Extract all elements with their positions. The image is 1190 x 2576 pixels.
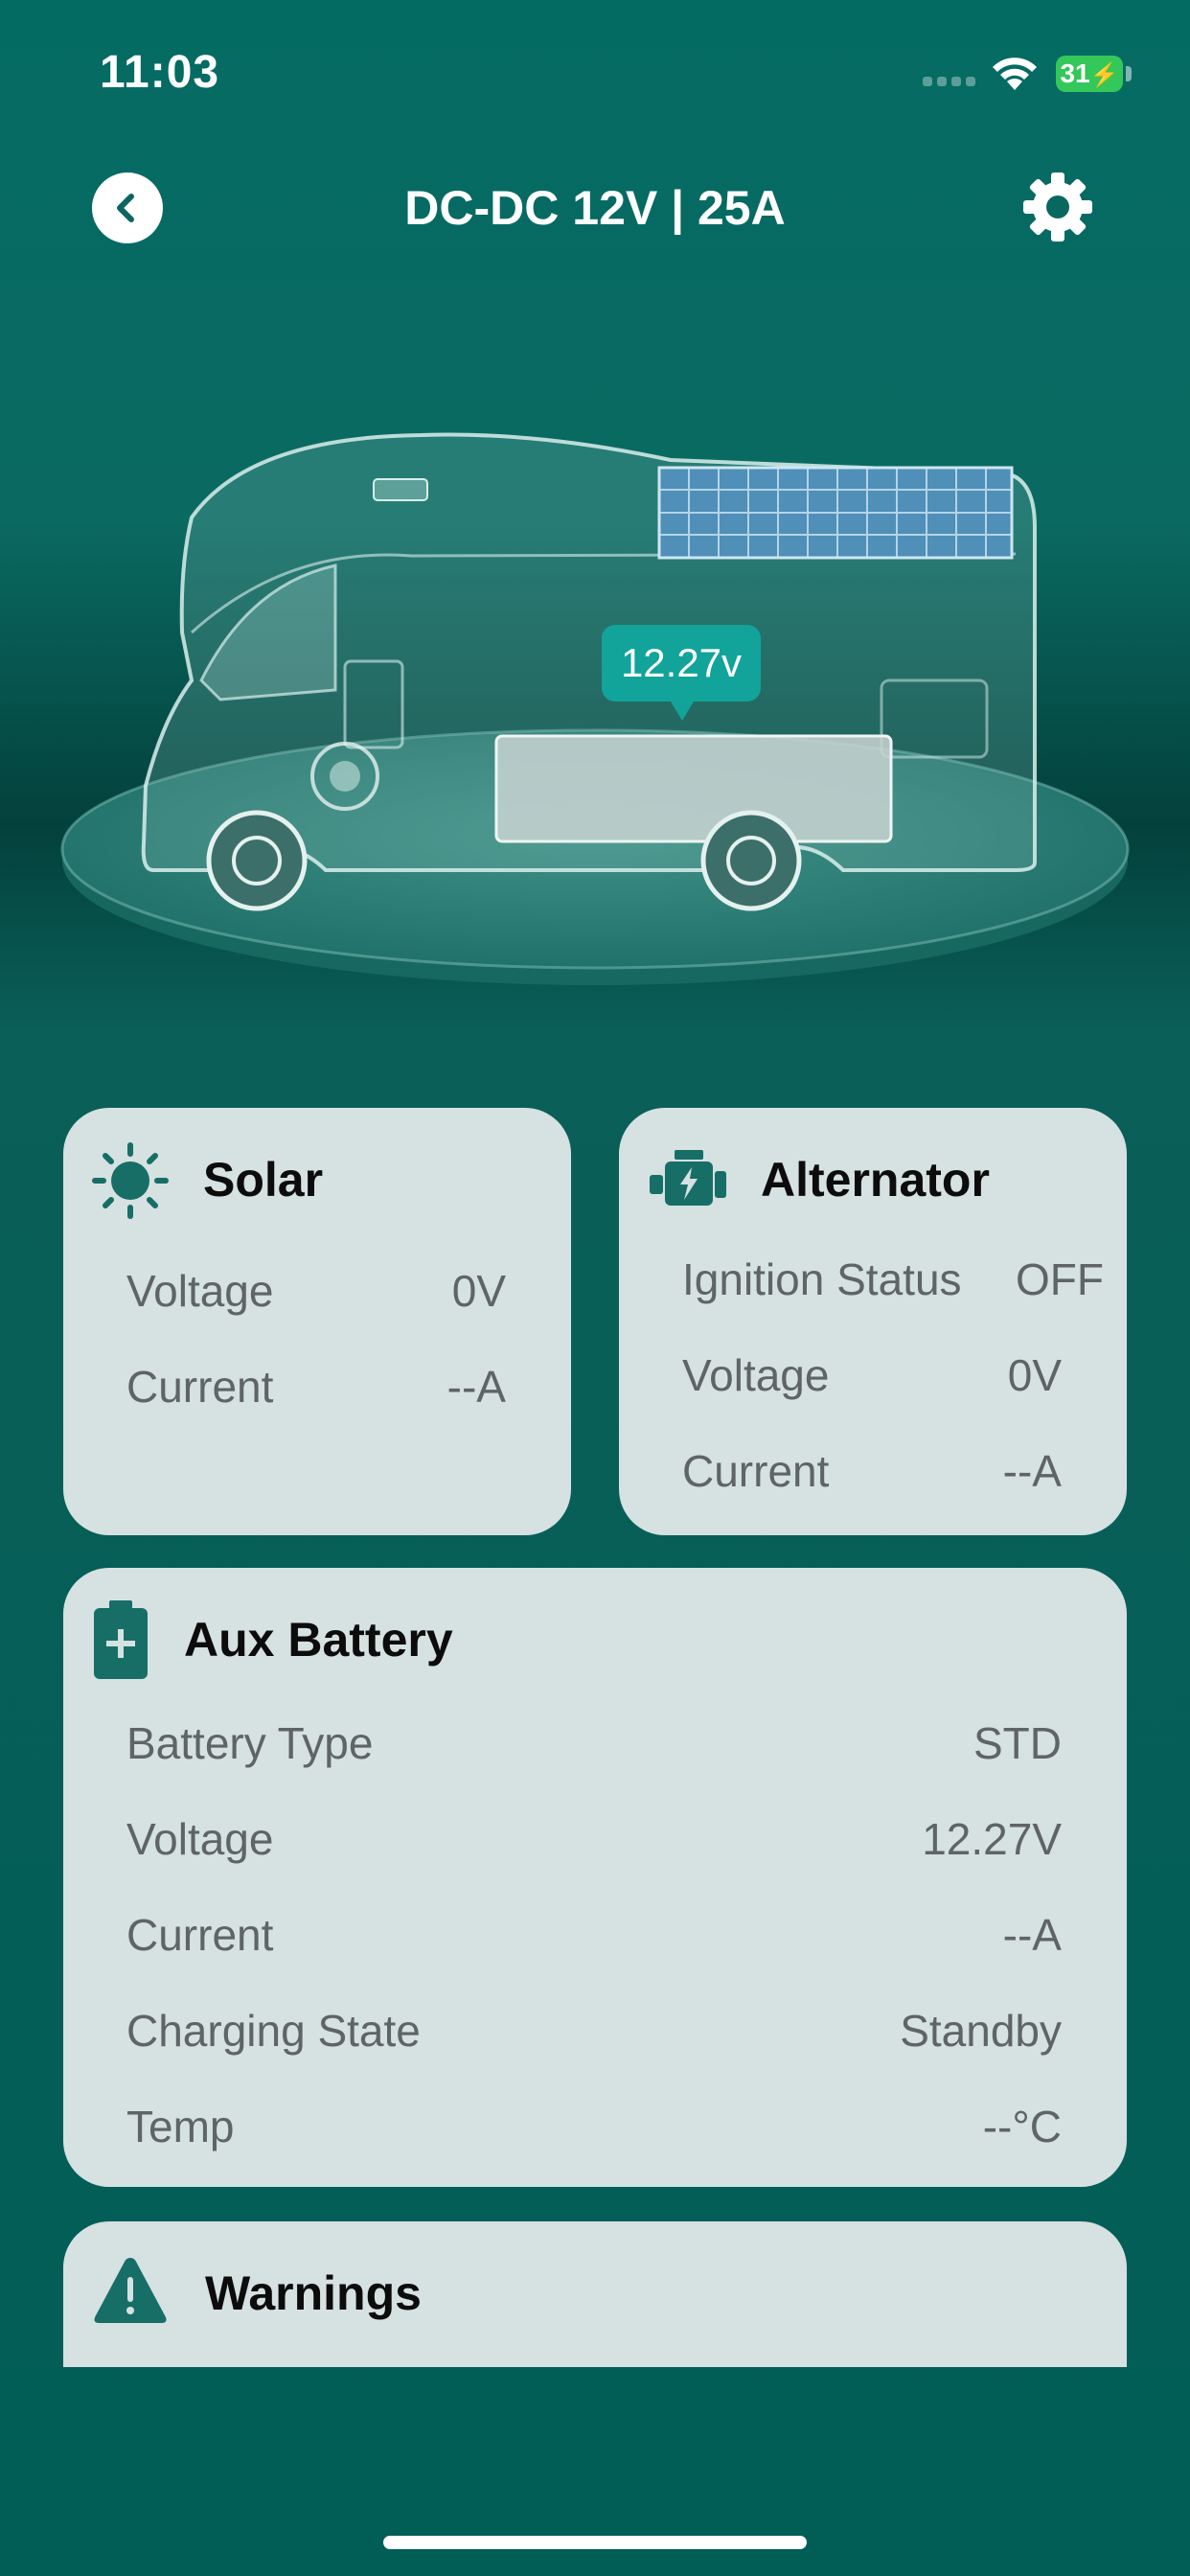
cellular-signal-icon	[923, 71, 976, 86]
row-value: OFF	[1016, 1254, 1104, 1304]
battery-tip	[1126, 66, 1132, 81]
charging-bolt-icon: ⚡	[1089, 62, 1119, 88]
aux-battery-card[interactable]: Aux Battery Battery Type STD Voltage 12.…	[63, 1568, 1127, 2187]
row-value: Standby	[900, 2006, 1062, 2056]
row-value: 0V	[451, 1266, 506, 1316]
row-value: 0V	[1007, 1350, 1062, 1400]
row-label: Voltage	[682, 1350, 830, 1400]
alternator-current-row: Current --A	[619, 1445, 1127, 1503]
battery-voltage-row: Voltage 12.27V	[63, 1813, 1127, 1871]
status-bar: 11:03 31⚡	[0, 0, 1190, 144]
warnings-card[interactable]: Warnings	[63, 2221, 1127, 2367]
page-title: DC-DC 12V | 25A	[404, 181, 786, 235]
battery-current-row: Current --A	[63, 1909, 1127, 1966]
vehicle-illustration: 12.27v	[0, 374, 1190, 1025]
warning-triangle-icon	[94, 2258, 167, 2323]
solar-voltage-row: Voltage 0V	[63, 1265, 571, 1322]
row-label: Voltage	[126, 1266, 274, 1316]
row-label: Current	[126, 1910, 274, 1960]
row-label: Charging State	[126, 2006, 421, 2056]
rv-image	[60, 432, 1130, 985]
warnings-title: Warnings	[205, 2266, 422, 2320]
row-label: Battery Type	[126, 1718, 374, 1768]
alternator-title: Alternator	[761, 1153, 990, 1207]
alternator-card[interactable]: Alternator Ignition Status OFF Voltage 0…	[619, 1108, 1127, 1535]
row-value: --A	[1002, 1910, 1062, 1960]
row-value: STD	[973, 1718, 1062, 1768]
row-value: --A	[446, 1362, 506, 1412]
home-indicator[interactable]	[383, 2536, 807, 2549]
nav-bar: DC-DC 12V | 25A	[0, 153, 1190, 259]
battery-plus-icon	[94, 1600, 148, 1679]
alternator-voltage-row: Voltage 0V	[619, 1349, 1127, 1407]
ignition-status-row: Ignition Status OFF	[619, 1254, 1127, 1311]
temp-row: Temp --°C	[63, 2101, 1127, 2158]
solar-card[interactable]: Solar Voltage 0V Current --A	[63, 1108, 571, 1535]
solar-current-row: Current --A	[63, 1361, 571, 1418]
sun-icon	[92, 1142, 169, 1219]
row-value: 12.27V	[922, 1814, 1062, 1864]
status-time: 11:03	[100, 47, 220, 98]
battery-indicator: 31⚡	[1056, 56, 1123, 92]
settings-gear-icon[interactable]	[1019, 169, 1096, 245]
aux-battery-title: Aux Battery	[184, 1613, 453, 1667]
row-label: Current	[682, 1446, 830, 1496]
row-value: --A	[1002, 1446, 1062, 1496]
engine-icon	[650, 1150, 726, 1206]
row-label: Ignition Status	[682, 1254, 962, 1304]
battery-voltage-tag: 12.27v	[602, 625, 761, 721]
solar-title: Solar	[203, 1153, 324, 1207]
charging-state-row: Charging State Standby	[63, 2005, 1127, 2062]
battery-level: 31	[1060, 58, 1090, 88]
row-value: --°C	[982, 2102, 1062, 2151]
row-label: Voltage	[126, 1814, 274, 1864]
battery-type-row: Battery Type STD	[63, 1717, 1127, 1775]
row-label: Temp	[126, 2102, 235, 2151]
row-label: Current	[126, 1362, 274, 1412]
wifi-icon	[993, 58, 1037, 90]
